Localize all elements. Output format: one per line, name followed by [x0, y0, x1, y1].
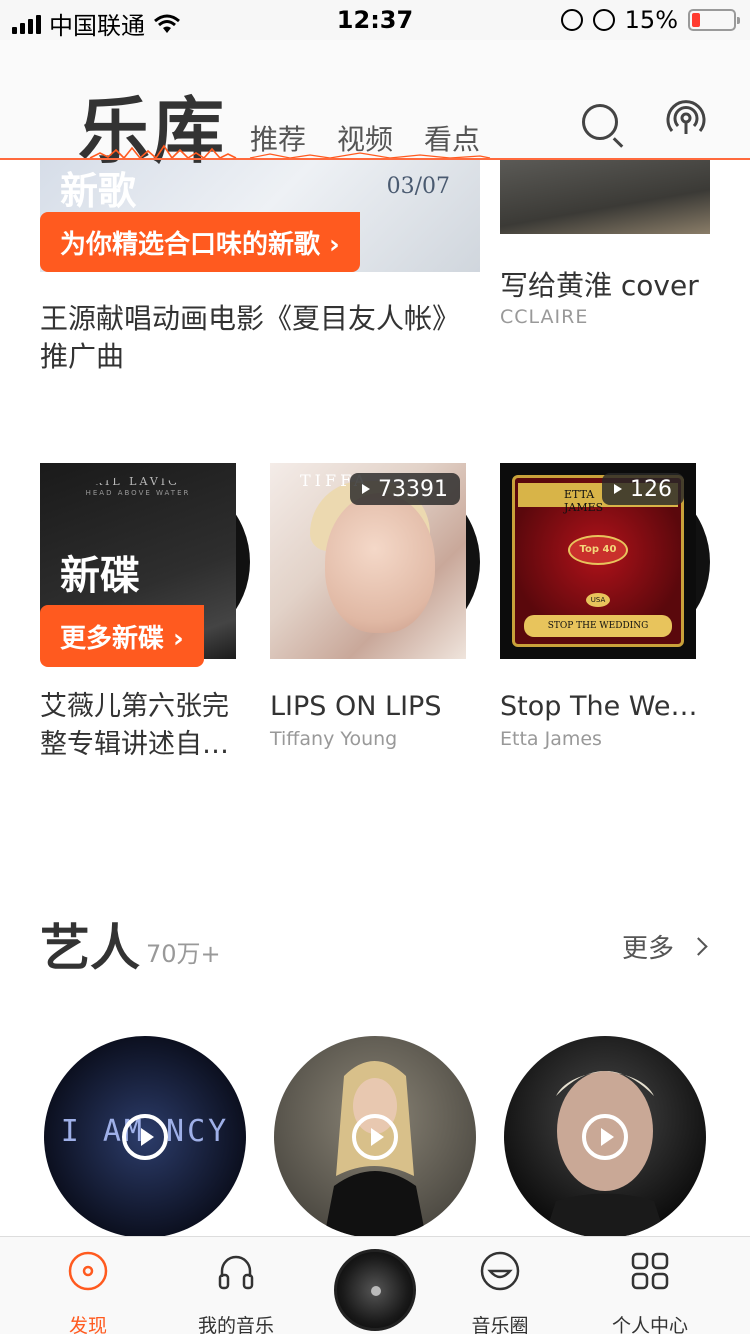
song-artist: CCLAIRE: [500, 306, 589, 328]
new-songs-cta-button[interactable]: 为你精选合口味的新歌 ›: [40, 212, 360, 272]
tab-label: 音乐圈: [471, 1315, 529, 1334]
new-albums-label: 新碟: [60, 553, 140, 599]
disc-icon: [68, 1251, 108, 1291]
song-title[interactable]: 写给黄淮 cover: [500, 264, 699, 304]
rotation-lock-icon: [560, 9, 583, 31]
tab-label: 发现: [68, 1315, 107, 1334]
album-title[interactable]: LIPS ON LIPS: [270, 688, 441, 726]
header-divider: [0, 158, 750, 160]
play-triangle-icon: [614, 484, 622, 494]
cover-country-text: USA: [586, 593, 610, 607]
smile-icon: [480, 1251, 520, 1291]
status-bar: 中国联通 12:37 15%: [0, 0, 750, 40]
play-count: 73391: [378, 476, 448, 502]
battery-icon: [688, 9, 740, 31]
more-label: 更多: [622, 934, 675, 964]
album-artist: Etta James: [500, 728, 602, 750]
cover-art-shape: [325, 493, 435, 633]
album-artist: Tiffany Young: [270, 728, 398, 750]
now-playing-disc[interactable]: [334, 1249, 416, 1331]
play-icon[interactable]: [122, 1114, 168, 1160]
tab-label: 我的音乐: [197, 1315, 274, 1334]
headphones-icon: [218, 1255, 254, 1290]
cover-badge-text: Top 40: [568, 535, 628, 565]
section-title: 艺人: [40, 919, 140, 977]
bottom-tab-bar: 发现 我的音乐 音乐圈 个人中心: [0, 1236, 750, 1334]
song-cover-art[interactable]: [500, 160, 710, 234]
album-card[interactable]: TIFFA 73391: [270, 463, 480, 659]
play-count: 126: [630, 476, 672, 502]
tab-discover[interactable]: 发现: [18, 1247, 158, 1334]
album-card[interactable]: ETTA JAMES Top 40 USA STOP THE WEDDING 1…: [500, 463, 710, 659]
grid-icon: [631, 1252, 669, 1290]
artist-avatar[interactable]: [504, 1036, 706, 1238]
album-title[interactable]: Stop The We…: [500, 688, 698, 726]
banner-date: 03/07: [386, 174, 450, 199]
tab-my-music[interactable]: 我的音乐: [166, 1247, 306, 1334]
status-right: 15%: [560, 6, 740, 34]
play-triangle-icon: [362, 484, 370, 494]
cover-song-text: STOP THE WEDDING: [524, 615, 672, 637]
page-title: 乐库: [78, 89, 227, 173]
tab-label: 个人中心: [611, 1315, 688, 1334]
artist-avatar[interactable]: I AM NCY: [44, 1036, 246, 1238]
cover-subtitle-text: HEAD ABOVE WATER: [85, 489, 191, 497]
play-icon[interactable]: [352, 1114, 398, 1160]
more-albums-button[interactable]: 更多新碟 ›: [40, 605, 204, 667]
radio-icon[interactable]: [666, 100, 706, 140]
play-count-badge: 126: [602, 473, 684, 505]
tab-profile[interactable]: 个人中心: [580, 1247, 720, 1334]
artist-count: 70万+: [146, 940, 221, 968]
battery-percent: 15%: [624, 6, 678, 34]
alarm-icon: [592, 9, 615, 31]
play-count-badge: 73391: [350, 473, 460, 505]
album-title[interactable]: 艾薇儿第六张完整专辑讲述自…: [40, 688, 250, 764]
tab-music-circle[interactable]: 音乐圈: [430, 1247, 570, 1334]
search-icon[interactable]: [582, 104, 618, 140]
song-title[interactable]: 王源献唱动画电影《夏目友人帐》推广曲: [40, 300, 480, 376]
play-icon[interactable]: [582, 1114, 628, 1160]
more-artists-link[interactable]: 更多: [622, 928, 708, 965]
artist-avatar[interactable]: [274, 1036, 476, 1238]
library-header: 乐库 推荐 视频 看点: [0, 40, 750, 173]
chevron-right-icon: [689, 937, 708, 956]
